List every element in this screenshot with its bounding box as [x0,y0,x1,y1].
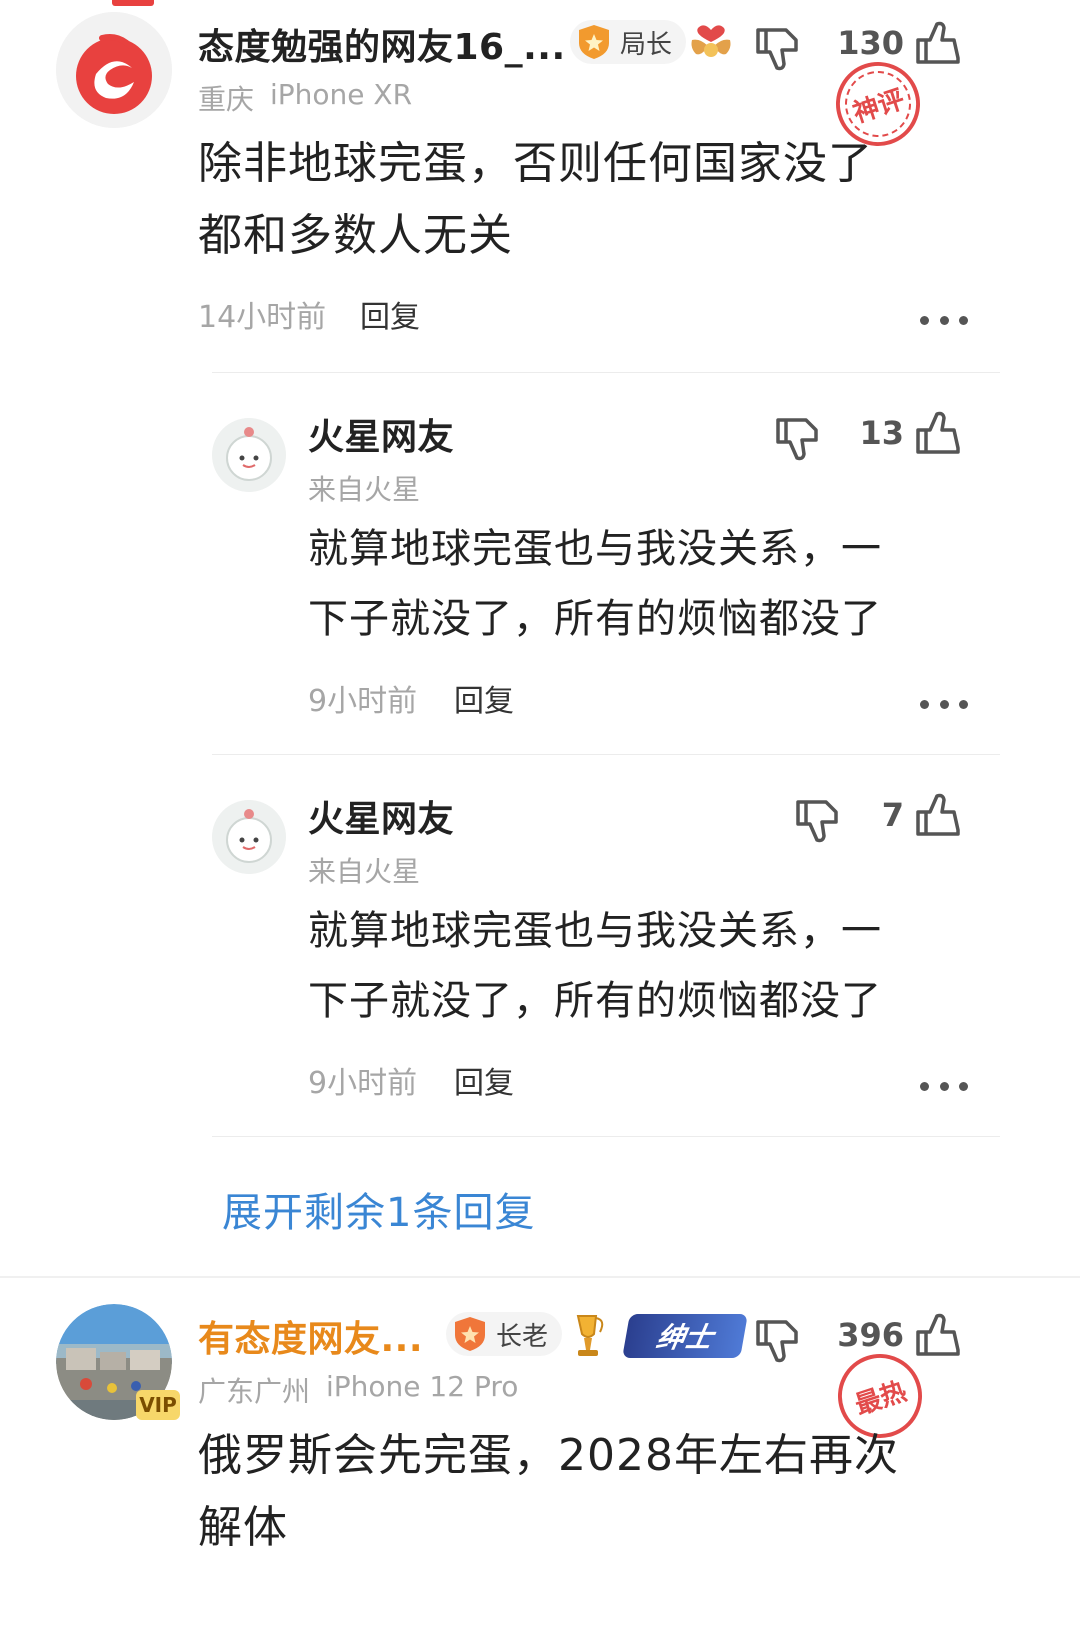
username[interactable]: 火星网友 [308,408,454,460]
reply-text: 就算地球完蛋也与我没关系，一 下子就没了，所有的烦恼都没了 [308,514,968,654]
location: 广东广州 [198,1375,311,1408]
expand-replies-link[interactable]: 展开剩余1条回复 [222,1180,535,1238]
reply-1: 火星网友 来自火星 13 就算地球完蛋也与我没关系，一 下子就没了，所有的烦恼都… [0,374,1080,754]
more-options-icon[interactable] [920,1080,968,1092]
reply-button[interactable]: 回复 [454,1058,514,1102]
avatar[interactable] [212,800,286,874]
vip-badge: VIP [136,1390,180,1420]
trophy-icon [576,1315,604,1356]
mars-avatar-icon [212,800,286,874]
more-options-icon[interactable] [920,698,968,710]
like-icon[interactable] [912,1310,964,1362]
device: iPhone XR [270,78,413,111]
location: 来自火星 [308,473,421,506]
reply-text-line: 就算地球完蛋也与我没关系，一 [308,908,882,954]
mars-avatar-icon [212,418,286,492]
location: 重庆 [198,83,255,116]
rank-badge: 局长 [570,20,687,64]
dislike-icon[interactable] [752,1314,804,1366]
comment-text: 除非地球完蛋，否则任何国家没了 都和多数人无关 [198,128,958,272]
reply-text: 就算地球完蛋也与我没关系，一 下子就没了，所有的烦恼都没了 [308,896,968,1036]
comment-text-line: 除非地球完蛋，否则任何国家没了 [198,138,873,189]
comment-text-line: 俄罗斯会先完蛋，2028年左右再次 [198,1430,899,1481]
timestamp: 9小时前 [308,684,418,719]
timestamp: 9小时前 [308,1066,418,1101]
hottest-stamp-label: 最热 [851,1376,911,1421]
like-count: 13 [859,414,904,452]
username[interactable]: 火星网友 [308,790,454,842]
divider [212,754,1000,755]
comment-text: 俄罗斯会先完蛋，2028年左右再次 解体 [198,1420,958,1564]
rank-badge-label: 长老 [496,1321,549,1352]
netease-avatar-icon [56,12,172,128]
comment-text-line: 解体 [198,1502,288,1553]
gentleman-badge-label: 绅士 [653,1321,716,1354]
like-count: 130 [837,24,904,62]
like-icon[interactable] [912,18,964,70]
username[interactable]: 态度勉强的网友16_... [198,18,566,70]
gentleman-badge: 绅士 [622,1314,748,1358]
reply-text-line: 下子就没了，所有的烦恼都没了 [308,596,882,642]
like-count: 396 [837,1316,904,1354]
like-count: 7 [881,796,904,834]
shield-star-icon [579,25,609,59]
reply-text-line: 下子就没了，所有的烦恼都没了 [308,978,882,1024]
device: iPhone 12 Pro [326,1370,519,1403]
comment-1: 态度勉强的网友16_... 局长 130 重庆 iPhone XR 神评 除非地… [0,0,1080,370]
more-options-icon[interactable] [920,314,968,326]
divider [212,1136,1000,1137]
reply-2: 火星网友 来自火星 7 就算地球完蛋也与我没关系，一 下子就没了，所有的烦恼都没… [0,756,1080,1136]
avatar[interactable] [56,12,172,128]
reply-text-line: 就算地球完蛋也与我没关系，一 [308,526,882,572]
comment-2: VIP 有态度网友... 长老 绅士 396 广东广州 iPhone 12 Pr… [0,1280,1080,1651]
reply-button[interactable]: 回复 [360,292,420,336]
rank-badge: 长老 [446,1312,563,1356]
dislike-icon[interactable] [752,22,804,74]
shield-star-icon [455,1317,485,1351]
comment-text-line: 都和多数人无关 [198,210,513,261]
location: 来自火星 [308,855,421,888]
username[interactable]: 有态度网友... [198,1310,423,1362]
avatar[interactable] [212,418,286,492]
like-icon[interactable] [912,408,964,460]
god-comment-stamp-label: 神评 [849,84,909,129]
timestamp: 14小时前 [198,300,327,335]
wings-medal-icon [691,25,731,57]
like-icon[interactable] [912,790,964,842]
dislike-icon[interactable] [772,412,824,464]
divider [212,372,1000,373]
rank-badge-label: 局长 [620,29,673,60]
section-divider [0,1276,1080,1278]
reply-button[interactable]: 回复 [454,676,514,720]
